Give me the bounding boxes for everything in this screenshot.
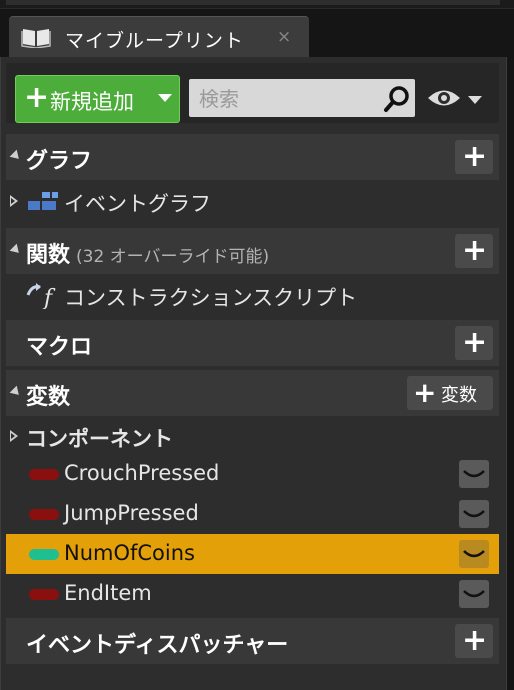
variable-name: CrouchPressed	[64, 461, 220, 485]
expand-arrow-icon[interactable]	[10, 430, 18, 442]
section-macros-title: マクロ	[26, 335, 93, 360]
add-graph-button[interactable]: +	[455, 140, 493, 174]
add-event-dispatcher-button[interactable]: +	[455, 624, 493, 658]
search-icon[interactable]	[383, 85, 411, 113]
collapse-arrow-icon[interactable]	[9, 149, 23, 163]
variable-end-item[interactable]: EndItem	[6, 574, 499, 614]
section-dispatchers-title: イベントディスパッチャー	[26, 633, 289, 658]
boolean-type-pill-icon	[29, 509, 59, 520]
section-variables-title: 変数	[26, 385, 71, 410]
section-graph[interactable]: グラフ +	[6, 134, 499, 180]
plus-icon: +	[413, 376, 437, 409]
section-variables[interactable]: 変数 + 変数	[6, 370, 499, 416]
visibility-closed-eye-icon[interactable]	[459, 580, 489, 608]
variable-num-of-coins[interactable]: NumOfCoins	[6, 534, 499, 574]
chevron-down-icon	[158, 94, 172, 102]
collapse-arrow-icon[interactable]	[9, 243, 23, 257]
event-graph-icon	[28, 192, 58, 210]
list-item-event-graph[interactable]: イベントグラフ	[6, 181, 499, 221]
top-strip-cap	[6, 0, 500, 5]
integer-type-pill-icon	[29, 549, 59, 560]
list-item-construction-script[interactable]: f コンストラクションスクリプト	[6, 275, 499, 315]
boolean-type-pill-icon	[29, 589, 59, 600]
visibility-closed-eye-icon[interactable]	[459, 460, 489, 488]
function-icon: f	[26, 283, 56, 309]
plus-icon: +	[462, 139, 488, 174]
section-functions[interactable]: 関数 (32 オーバーライド可能) +	[6, 228, 499, 274]
plus-icon: +	[462, 233, 488, 268]
toolbar: + 新規追加	[6, 63, 499, 123]
search-input[interactable]	[189, 79, 387, 119]
svg-text:f: f	[42, 286, 56, 309]
section-graph-title: グラフ	[26, 149, 93, 174]
visibility-closed-eye-icon[interactable]	[459, 540, 489, 568]
plus-icon: +	[462, 623, 488, 658]
variable-name: NumOfCoins	[64, 541, 195, 565]
expand-arrow-icon[interactable]	[10, 195, 18, 207]
tab-my-blueprint[interactable]: マイブループリント ×	[9, 16, 309, 58]
list-item-components[interactable]: コンポーネント	[6, 416, 499, 456]
search-box	[189, 79, 415, 119]
boolean-type-pill-icon	[29, 469, 59, 480]
variable-crouch-pressed[interactable]: CrouchPressed	[6, 454, 499, 494]
my-blueprint-panel: + 新規追加 グラフ + イベントグラフ	[0, 57, 507, 690]
close-icon[interactable]: ×	[277, 27, 291, 47]
book-icon	[21, 29, 51, 48]
eye-icon[interactable]	[426, 87, 462, 109]
add-new-button[interactable]: + 新規追加	[15, 75, 180, 123]
add-new-label: 新規追加	[50, 90, 134, 114]
plus-icon: +	[24, 80, 50, 115]
plus-icon: +	[462, 325, 488, 360]
variable-jump-pressed[interactable]: JumpPressed	[6, 494, 499, 534]
visibility-closed-eye-icon[interactable]	[459, 500, 489, 528]
variable-name: EndItem	[64, 581, 152, 605]
section-event-dispatchers[interactable]: イベントディスパッチャー +	[6, 618, 499, 664]
functions-override-count: (32 オーバーライド可能)	[76, 247, 270, 267]
collapse-arrow-icon[interactable]	[9, 385, 23, 399]
variable-name: JumpPressed	[64, 501, 199, 525]
add-variable-button[interactable]: + 変数	[407, 376, 493, 410]
section-macros[interactable]: マクロ +	[6, 320, 499, 366]
functions-title-text: 関数	[26, 243, 71, 268]
top-strip	[0, 0, 514, 9]
tab-title: マイブループリント	[65, 30, 244, 52]
event-graph-label: イベントグラフ	[64, 192, 211, 216]
section-functions-title: 関数 (32 オーバーライド可能)	[26, 237, 269, 269]
components-label: コンポーネント	[26, 427, 173, 451]
add-function-button[interactable]: +	[455, 234, 493, 268]
add-variable-label: 変数	[441, 385, 477, 406]
add-macro-button[interactable]: +	[455, 326, 493, 360]
view-options-chevron-icon[interactable]	[468, 96, 482, 104]
construction-script-label: コンストラクションスクリプト	[64, 286, 358, 310]
